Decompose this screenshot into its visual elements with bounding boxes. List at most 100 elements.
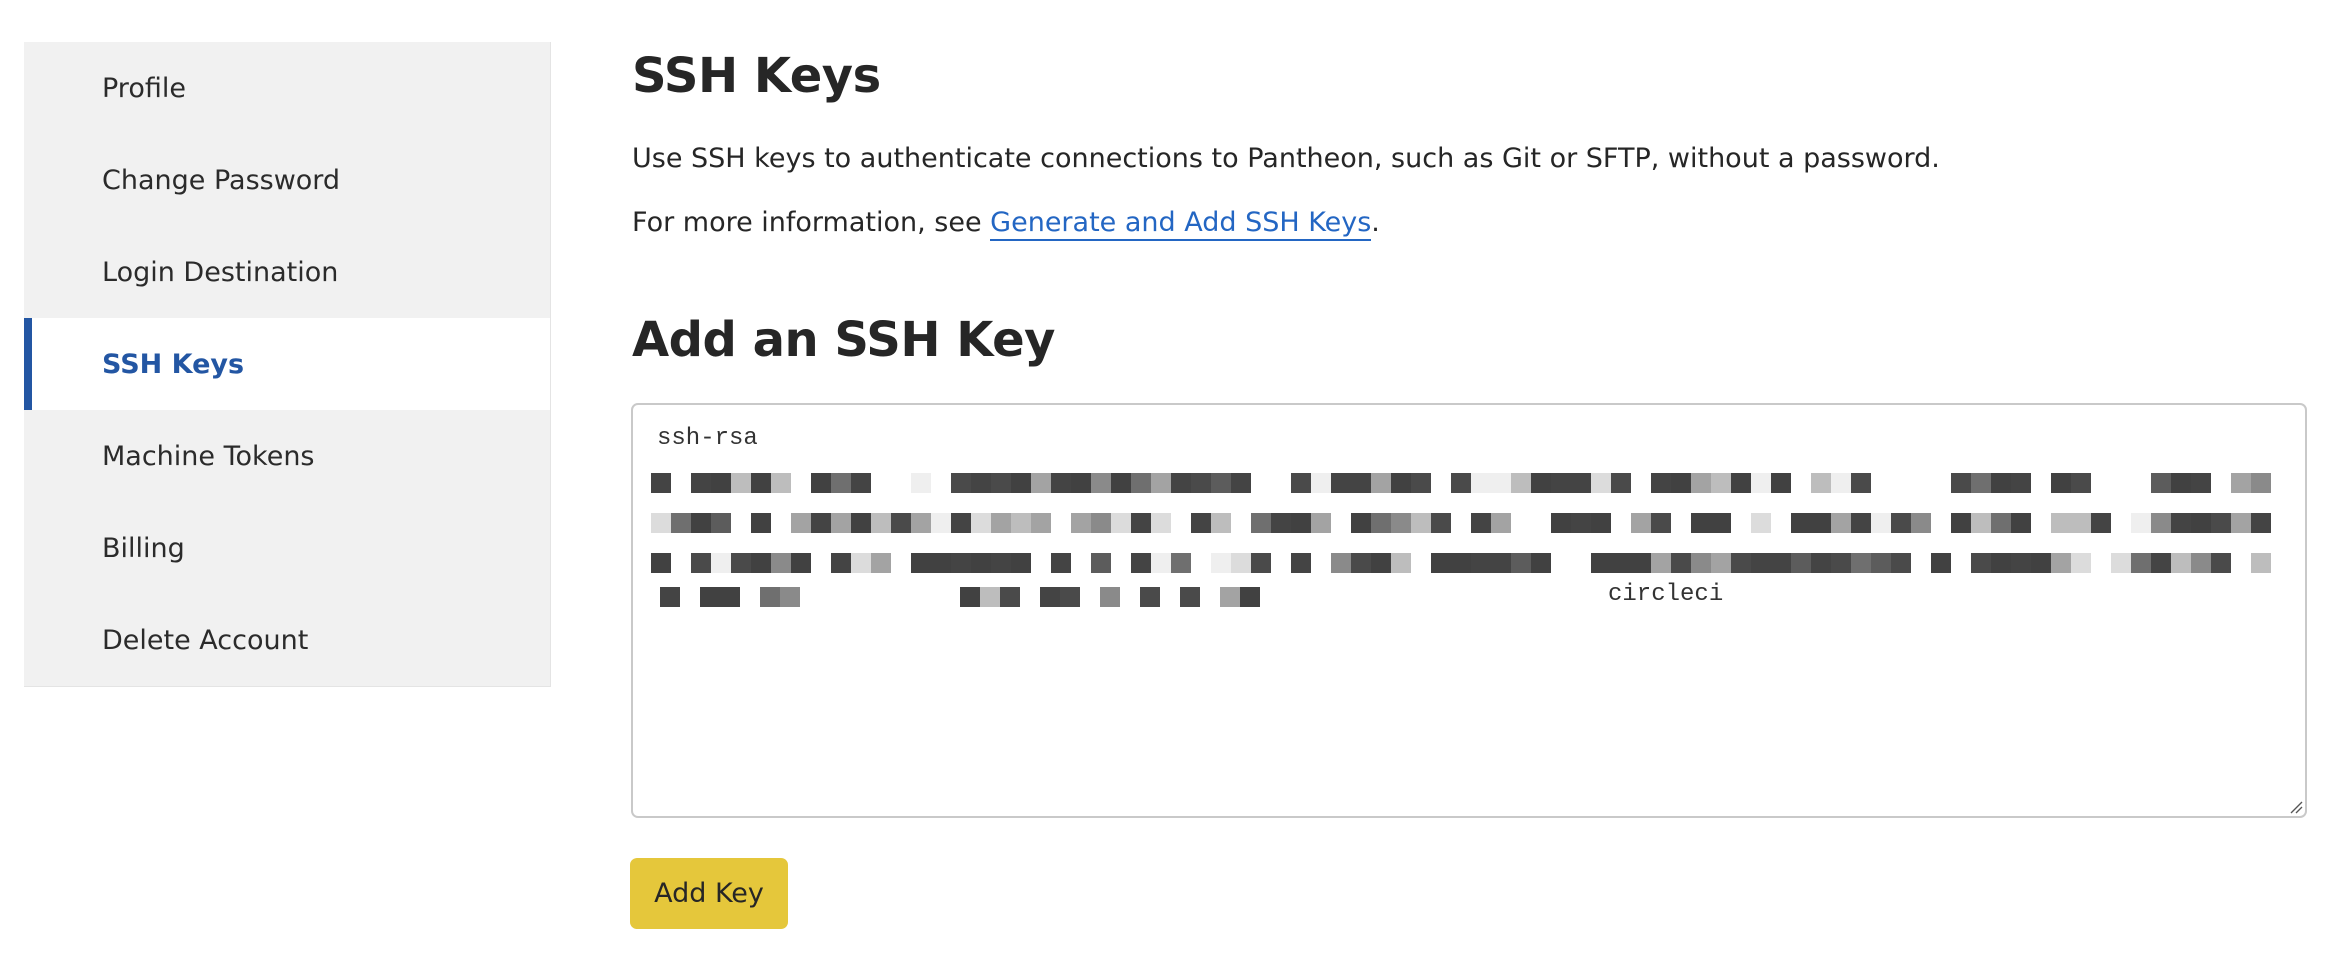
redacted-cell: [2051, 553, 2071, 573]
redacted-cell: [1031, 513, 1051, 533]
redacted-cell: [1011, 473, 1031, 493]
redacted-cell: [1060, 587, 1080, 607]
redacted-cell: [1311, 553, 1331, 573]
redacted-cell: [1891, 473, 1911, 493]
redacted-cell: [1831, 473, 1851, 493]
redacted-cell: [671, 513, 691, 533]
redacted-cell: [720, 587, 740, 607]
redacted-cell: [891, 473, 911, 493]
redacted-cell: [1571, 553, 1591, 573]
redacted-cell: [1160, 587, 1180, 607]
more-info-suffix: .: [1371, 207, 1380, 238]
redacted-cell: [1671, 553, 1691, 573]
redacted-cell: [651, 553, 671, 573]
redacted-cell: [1331, 513, 1351, 533]
redacted-cell: [1031, 553, 1051, 573]
redacted-cell: [900, 587, 920, 607]
redacted-cell: [1411, 553, 1431, 573]
redacted-cell: [1611, 473, 1631, 493]
redacted-cell: [651, 513, 671, 533]
redacted-cell: [1591, 473, 1611, 493]
redacted-cell: [740, 587, 760, 607]
redacted-cell: [1131, 553, 1151, 573]
redacted-cell: [1731, 473, 1751, 493]
sidebar-item-ssh-keys[interactable]: SSH Keys: [24, 318, 550, 410]
redacted-cell: [1511, 473, 1531, 493]
redacted-cell: [771, 513, 791, 533]
redacted-cell: [1451, 473, 1471, 493]
redacted-cell: [2251, 513, 2271, 533]
redacted-cell: [1511, 553, 1531, 573]
redacted-cell: [711, 513, 731, 533]
redacted-cell: [1531, 553, 1551, 573]
redacted-cell: [751, 513, 771, 533]
sidebar-item-label: Change Password: [102, 164, 341, 196]
redacted-cell: [1911, 553, 1931, 573]
redacted-cell: [1691, 473, 1711, 493]
redacted-cell: [1871, 513, 1891, 533]
redacted-cell: [1811, 473, 1831, 493]
redacted-cell: [671, 553, 691, 573]
redacted-cell: [1051, 553, 1071, 573]
sidebar-item-change-password[interactable]: Change Password: [24, 134, 550, 226]
redacted-cell: [1351, 553, 1371, 573]
redacted-cell: [2071, 553, 2091, 573]
redacted-cell: [1311, 473, 1331, 493]
redacted-cell: [2171, 473, 2191, 493]
redacted-cell: [800, 587, 820, 607]
redacted-cell: [891, 553, 911, 573]
redacted-cell: [1751, 473, 1771, 493]
redacted-cell: [1651, 553, 1671, 573]
redacted-cell: [1611, 553, 1631, 573]
redacted-cell: [1691, 553, 1711, 573]
redacted-cell: [1791, 513, 1811, 533]
redacted-cell: [731, 513, 751, 533]
add-key-section-title: Add an SSH Key: [632, 312, 1055, 368]
redacted-cell: [1671, 513, 1691, 533]
redacted-cell: [2091, 553, 2111, 573]
redacted-cell: [871, 473, 891, 493]
ssh-key-textarea[interactable]: ssh-rsa circleci: [631, 403, 2307, 818]
resize-grip-icon[interactable]: [2289, 800, 2303, 814]
redacted-cell: [2151, 473, 2171, 493]
redacted-cell: [951, 553, 971, 573]
sidebar-item-billing[interactable]: Billing: [24, 502, 550, 594]
redacted-cell: [671, 473, 691, 493]
redacted-cell: [1191, 513, 1211, 533]
redacted-cell: [1851, 553, 1871, 573]
redacted-cell: [1971, 553, 1991, 573]
redacted-cell: [2131, 553, 2151, 573]
redacted-cell: [1411, 473, 1431, 493]
redacted-cell: [911, 513, 931, 533]
generate-ssh-keys-link[interactable]: Generate and Add SSH Keys: [990, 207, 1372, 241]
redacted-cell: [751, 473, 771, 493]
redacted-cell: [791, 513, 811, 533]
redacted-cell: [2171, 513, 2191, 533]
redacted-cell: [2251, 553, 2271, 573]
redacted-cell: [991, 553, 1011, 573]
sidebar-item-delete-account[interactable]: Delete Account: [24, 594, 550, 686]
redacted-cell: [1391, 513, 1411, 533]
redacted-cell: [1271, 473, 1291, 493]
redacted-cell: [1111, 473, 1131, 493]
redacted-cell: [1311, 513, 1331, 533]
redacted-cell: [931, 553, 951, 573]
redacted-cell: [1851, 473, 1871, 493]
redacted-cell: [1071, 553, 1091, 573]
redacted-cell: [2151, 553, 2171, 573]
redacted-cell: [1811, 513, 1831, 533]
redacted-cell: [1091, 473, 1111, 493]
sidebar-item-profile[interactable]: Profile: [24, 42, 550, 134]
redacted-cell: [1711, 553, 1731, 573]
redacted-cell: [920, 587, 940, 607]
add-key-button[interactable]: Add Key: [630, 858, 788, 929]
redacted-cell: [1431, 473, 1451, 493]
redacted-cell: [1391, 473, 1411, 493]
sidebar-item-login-destination[interactable]: Login Destination: [24, 226, 550, 318]
redacted-cell: [1671, 473, 1691, 493]
redacted-cell: [880, 587, 900, 607]
redacted-cell: [1200, 587, 1220, 607]
redacted-cell: [1531, 473, 1551, 493]
sidebar-item-machine-tokens[interactable]: Machine Tokens: [24, 410, 550, 502]
redacted-cell: [1851, 513, 1871, 533]
